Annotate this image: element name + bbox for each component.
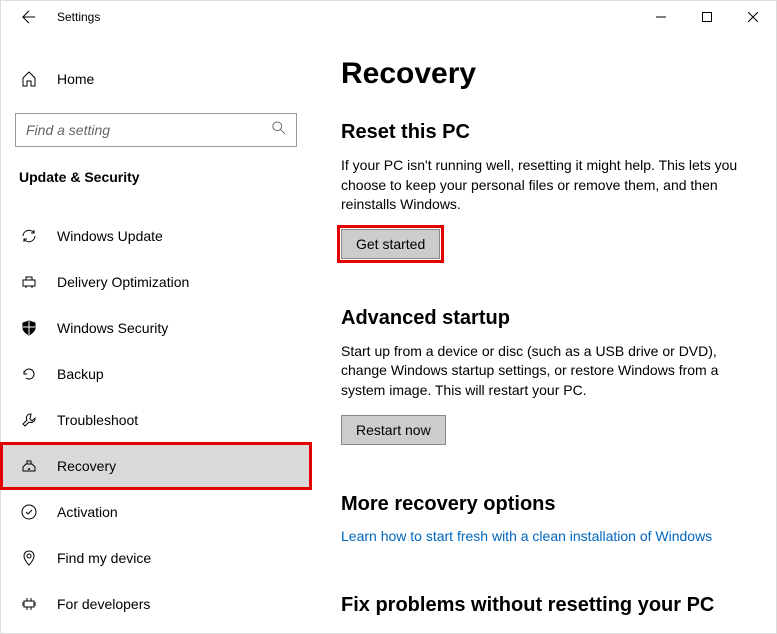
sidebar-item-backup[interactable]: Backup — [1, 351, 311, 397]
arrow-left-icon — [22, 10, 36, 24]
location-icon — [19, 550, 39, 566]
sidebar-item-label: Recovery — [57, 458, 116, 474]
checkmark-icon — [19, 504, 39, 520]
sidebar-item-label: Activation — [57, 504, 118, 520]
sidebar-item-label: Windows Update — [57, 228, 163, 244]
restart-now-button[interactable]: Restart now — [341, 415, 446, 445]
maximize-icon — [702, 12, 712, 22]
home-label: Home — [57, 71, 94, 87]
sidebar-item-troubleshoot[interactable]: Troubleshoot — [1, 397, 311, 443]
content-area[interactable]: Recovery Reset this PC If your PC isn't … — [311, 33, 776, 633]
advanced-heading: Advanced startup — [341, 307, 746, 330]
sync-icon — [19, 228, 39, 244]
advanced-startup-section: Advanced startup Start up from a device … — [341, 307, 746, 445]
more-heading: More recovery options — [341, 493, 746, 516]
sidebar-item-delivery-optimization[interactable]: Delivery Optimization — [1, 259, 311, 305]
fix-heading: Fix problems without resetting your PC — [341, 594, 746, 617]
home-icon — [19, 71, 39, 87]
reset-body: If your PC isn't running well, resetting… — [341, 156, 746, 215]
reset-heading: Reset this PC — [341, 121, 746, 144]
reset-pc-section: Reset this PC If your PC isn't running w… — [341, 121, 746, 259]
close-icon — [748, 12, 758, 22]
sidebar-item-for-developers[interactable]: For developers — [1, 581, 311, 627]
get-started-button[interactable]: Get started — [341, 229, 440, 259]
fix-problems-section: Fix problems without resetting your PC — [341, 594, 746, 617]
wrench-icon — [19, 412, 39, 428]
sidebar-item-label: Troubleshoot — [57, 412, 138, 428]
home-nav[interactable]: Home — [1, 63, 311, 95]
search-input[interactable] — [26, 122, 272, 138]
search-icon — [272, 121, 286, 140]
sidebar-item-label: Windows Security — [57, 320, 168, 336]
advanced-body: Start up from a device or disc (such as … — [341, 342, 746, 401]
category-header: Update & Security — [1, 169, 311, 185]
sidebar: Home Update & Security Windows Update De… — [1, 33, 311, 633]
sidebar-item-label: For developers — [57, 596, 150, 612]
page-title: Recovery — [341, 57, 746, 91]
more-recovery-section: More recovery options Learn how to start… — [341, 493, 746, 546]
window-controls — [638, 1, 776, 33]
shield-icon — [19, 320, 39, 336]
close-button[interactable] — [730, 1, 776, 33]
minimize-button[interactable] — [638, 1, 684, 33]
sidebar-item-windows-security[interactable]: Windows Security — [1, 305, 311, 351]
delivery-icon — [19, 274, 39, 290]
app-title: Settings — [57, 10, 100, 24]
recovery-icon — [19, 458, 39, 474]
sidebar-item-label: Delivery Optimization — [57, 274, 189, 290]
fresh-install-link[interactable]: Learn how to start fresh with a clean in… — [341, 528, 712, 544]
titlebar: Settings — [1, 1, 776, 33]
maximize-button[interactable] — [684, 1, 730, 33]
backup-icon — [19, 366, 39, 382]
search-box[interactable] — [15, 113, 297, 147]
minimize-icon — [656, 12, 666, 22]
sidebar-item-recovery[interactable]: Recovery — [1, 443, 311, 489]
sidebar-item-label: Backup — [57, 366, 104, 382]
sidebar-item-activation[interactable]: Activation — [1, 489, 311, 535]
developer-icon — [19, 596, 39, 612]
sidebar-item-label: Find my device — [57, 550, 151, 566]
back-button[interactable] — [15, 3, 43, 31]
sidebar-item-windows-update[interactable]: Windows Update — [1, 213, 311, 259]
sidebar-item-find-my-device[interactable]: Find my device — [1, 535, 311, 581]
